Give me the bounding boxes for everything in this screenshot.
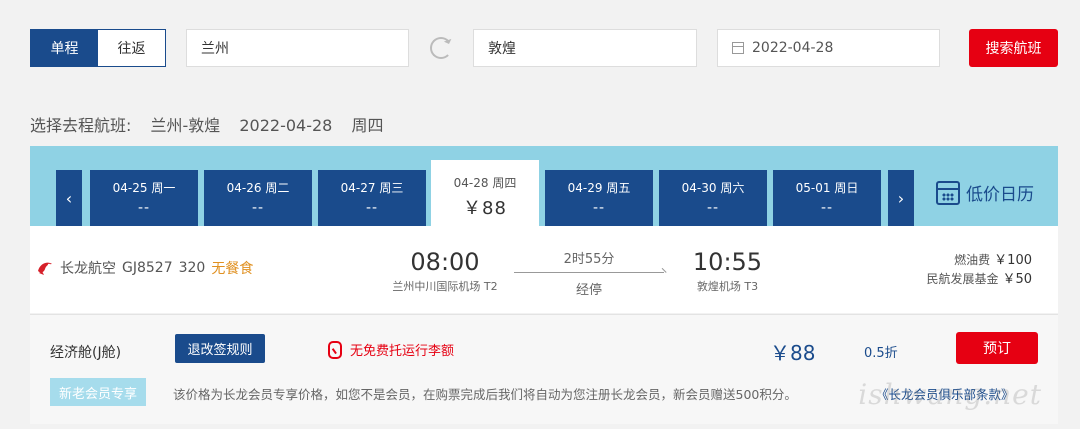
date-tab[interactable]: 04-25 周一 -- (90, 170, 198, 226)
dev-fund-value: ￥50 (1002, 272, 1032, 287)
date-tab-price: -- (365, 200, 379, 216)
arrival-block: 10:55 敦煌机场 T3 (670, 248, 785, 294)
member-note: 该价格为长龙会员专享价格，如您不是会员，在购票完成后我们将自动为您注册长龙会员，… (173, 387, 797, 402)
date-tab-day: 04-25 周一 (112, 181, 176, 195)
date-tab-day: 04-27 周三 (340, 181, 404, 195)
date-strip: ‹ 04-25 周一 -- 04-26 周二 -- 04-27 周三 -- 04… (30, 146, 1058, 226)
route-prefix: 选择去程航班: (30, 116, 132, 135)
date-tab-price: -- (820, 200, 834, 216)
date-input[interactable]: 2022-04-28 (717, 29, 940, 67)
date-value: 2022-04-28 (752, 40, 834, 56)
meal-info: 无餐食 (211, 261, 254, 277)
refund-rules-button[interactable]: 退改签规则 (175, 334, 265, 363)
arrival-airport: 敦煌机场 T3 (696, 280, 759, 293)
fuel-fee-label: 燃油费 (954, 253, 991, 267)
baggage-info: 无免费托运行李额 (328, 340, 454, 359)
airline-logo-icon (38, 262, 52, 275)
prev-dates-button[interactable]: ‹ (56, 170, 82, 226)
arrival-time: 10:55 (692, 248, 763, 276)
fees-block: 燃油费 ￥100 民航发展基金 ￥50 (926, 251, 1032, 289)
aircraft-type: 320 (178, 260, 206, 276)
route-weekday: 周四 (351, 116, 384, 135)
date-tab-day: 04-26 周二 (226, 181, 290, 195)
date-tab[interactable]: 04-30 周六 -- (659, 170, 767, 226)
dev-fund-label: 民航发展基金 (926, 272, 999, 286)
baggage-text: 无免费托运行李额 (350, 344, 455, 359)
one-way-tab[interactable]: 单程 (31, 30, 98, 66)
flight-duration: 2时55分 (563, 252, 615, 267)
date-tab-day: 04-29 周五 (567, 181, 631, 195)
round-trip-tab[interactable]: 往返 (98, 30, 165, 66)
date-tab-price: -- (706, 200, 720, 216)
date-tab[interactable]: 05-01 周日 -- (773, 170, 881, 226)
low-price-calendar-button[interactable]: 低价日历 (936, 180, 1034, 205)
date-tab-active[interactable]: 04-28 周四 ￥88 (431, 160, 539, 226)
duration-block: 2时55分 经停 (514, 248, 664, 298)
fuel-fee-value: ￥100 (994, 253, 1032, 268)
flight-number: GJ8527 (122, 260, 173, 276)
date-tab-day: 05-01 周日 (795, 181, 859, 195)
fare-price: ￥88 (770, 341, 816, 365)
departure-airport: 兰州中川国际机场 T2 (392, 280, 498, 293)
date-tab-price: -- (592, 200, 606, 216)
stopover-label: 经停 (575, 283, 602, 298)
airline-name: 长龙航空 (60, 261, 116, 277)
date-tab[interactable]: 04-29 周五 -- (545, 170, 653, 226)
to-city-input[interactable]: 敦煌 (473, 29, 697, 67)
cabin-row: 经济舱(J舱) 退改签规则 无免费托运行李额 ￥88 0.5折 预订 新老会员专… (30, 314, 1058, 424)
search-flights-button[interactable]: 搜索航班 (969, 29, 1058, 67)
next-dates-button[interactable]: › (888, 170, 914, 226)
date-tab[interactable]: 04-27 周三 -- (318, 170, 426, 226)
date-tab-price: -- (251, 200, 265, 216)
cabin-class: 经济舱(J舱) (50, 345, 122, 361)
trip-type-toggle: 单程 往返 (30, 29, 166, 67)
date-tab-price: ￥88 (463, 198, 507, 219)
book-button[interactable]: 预订 (956, 332, 1038, 364)
calendar-icon (936, 180, 960, 205)
low-price-calendar-label: 低价日历 (966, 185, 1034, 205)
no-baggage-icon (328, 340, 342, 359)
date-tab-day: 04-28 周四 (453, 176, 517, 190)
departure-block: 08:00 兰州中川国际机场 T2 (380, 248, 510, 294)
member-badge: 新老会员专享 (50, 378, 146, 406)
fare-discount: 0.5折 (864, 346, 898, 361)
date-tab-day: 04-30 周六 (681, 181, 745, 195)
from-city-input[interactable]: 兰州 (186, 29, 409, 67)
flight-card: 长龙航空 GJ8527 320 无餐食 08:00 兰州中川国际机场 T2 2时… (30, 226, 1058, 313)
departure-time: 08:00 (410, 248, 480, 276)
member-terms-link[interactable]: 《长龙会员俱乐部条款》 (876, 384, 1014, 403)
route-cities: 兰州-敦煌 (150, 116, 221, 135)
calendar-icon (732, 42, 744, 54)
route-date: 2022-04-28 (239, 116, 333, 135)
route-header: 选择去程航班: 兰州-敦煌 2022-04-28 周四 (30, 112, 397, 136)
arrow-right-icon (514, 272, 664, 273)
date-tab-price: -- (137, 200, 151, 216)
swap-cities-icon[interactable] (430, 37, 452, 59)
airline-info: 长龙航空 GJ8527 320 无餐食 (36, 258, 253, 278)
date-tab[interactable]: 04-26 周二 -- (204, 170, 312, 226)
